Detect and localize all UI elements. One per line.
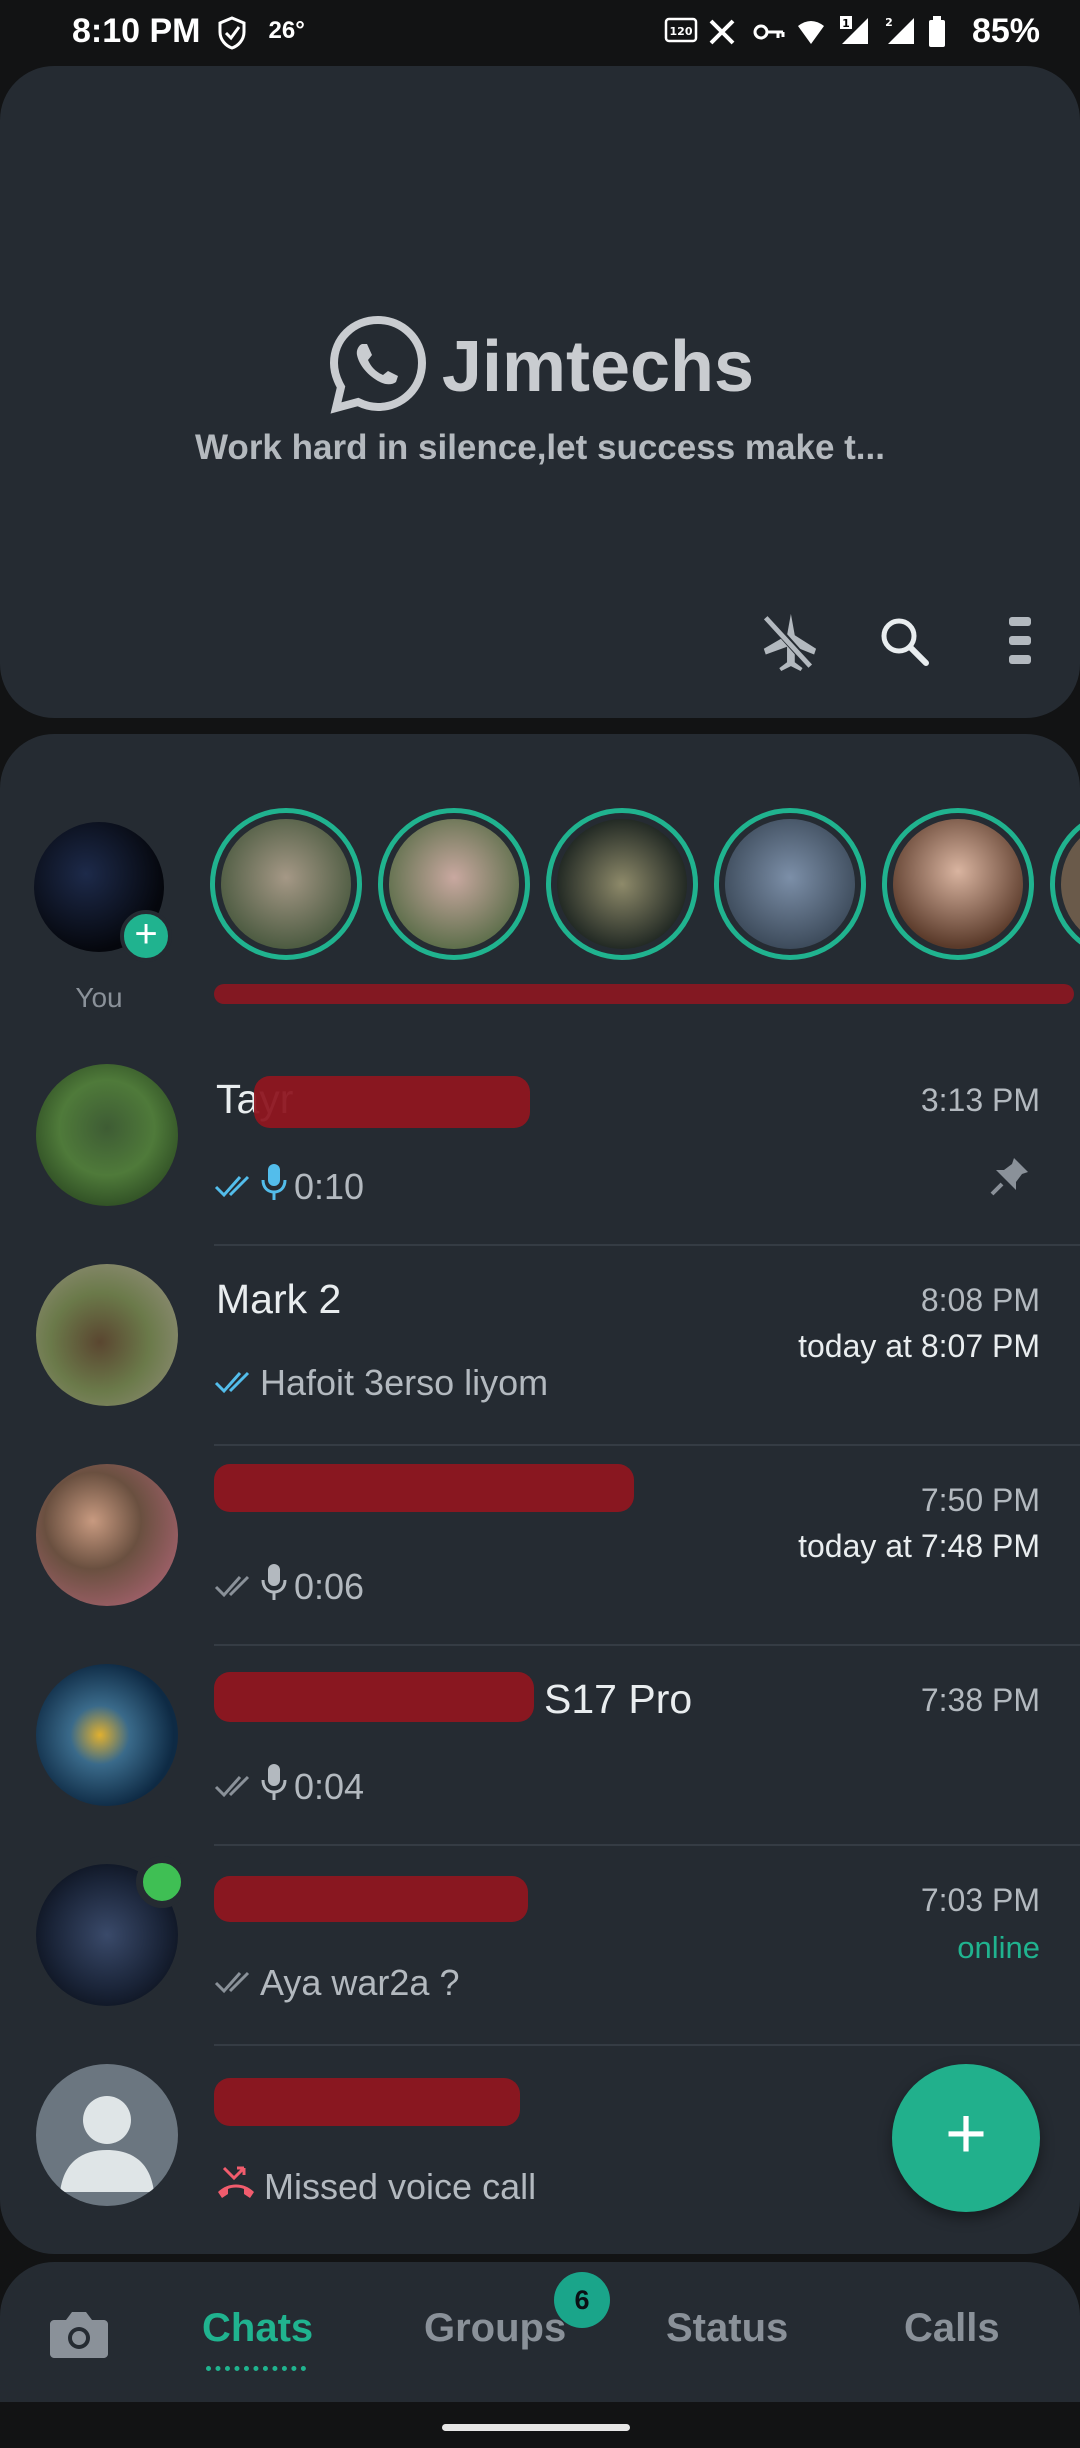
redacted-name bbox=[214, 1672, 534, 1722]
status-story[interactable] bbox=[714, 808, 866, 960]
profile-status-text: Work hard in silence,let success make t.… bbox=[195, 428, 885, 467]
redacted-name bbox=[214, 1876, 528, 1922]
header-actions bbox=[758, 606, 1050, 676]
my-status-label: You bbox=[75, 982, 123, 1013]
chat-time: 7:03 PM bbox=[920, 1882, 1040, 1918]
svg-text:1: 1 bbox=[842, 17, 850, 30]
missed-call-icon bbox=[214, 2162, 258, 2211]
new-chat-button[interactable]: + bbox=[892, 2064, 1040, 2212]
missed-call-text: Missed voice call bbox=[264, 2165, 537, 2207]
my-status-avatar[interactable]: + bbox=[34, 822, 172, 962]
chat-preview: Aya war2a ? bbox=[214, 1962, 459, 2004]
chat-preview: 0:06 bbox=[214, 1562, 364, 1611]
status-story[interactable] bbox=[1050, 808, 1080, 960]
chat-row[interactable]: 7:03 PM online Aya war2a ? bbox=[0, 1846, 1080, 2046]
default-avatar-icon bbox=[36, 2064, 178, 2206]
battery-icon bbox=[928, 16, 958, 47]
tab-chats[interactable]: Chats bbox=[202, 2306, 313, 2351]
profile-header-card: Jimtechs Work hard in silence,let succes… bbox=[0, 66, 1080, 718]
status-story[interactable] bbox=[546, 808, 698, 960]
add-status-icon[interactable]: + bbox=[120, 910, 172, 962]
redacted-story-names bbox=[214, 984, 1074, 1004]
chat-name: Mark 2 bbox=[216, 1276, 342, 1322]
chat-avatar bbox=[36, 1264, 178, 1406]
status-story[interactable] bbox=[210, 808, 362, 960]
online-status: online bbox=[957, 1930, 1040, 1965]
redacted-name bbox=[254, 1076, 530, 1128]
online-indicator bbox=[136, 1856, 188, 1908]
chat-row[interactable]: Tayr 3:13 PM 0:10 bbox=[0, 1046, 1080, 1246]
message-text: Hafoit 3erso liyom bbox=[260, 1362, 549, 1403]
tab-groups[interactable]: Groups bbox=[424, 2306, 566, 2351]
chat-row[interactable]: 7:50 PM today at 7:48 PM 0:06 bbox=[0, 1446, 1080, 1646]
microphone-icon bbox=[260, 1162, 288, 1211]
voice-duration: 0:04 bbox=[294, 1765, 365, 1807]
search-icon[interactable] bbox=[874, 606, 934, 676]
x-icon bbox=[708, 16, 738, 46]
shield-check-icon bbox=[217, 16, 247, 50]
groups-unread-badge: 6 bbox=[554, 2272, 610, 2328]
status-stories-strip: + You bbox=[0, 772, 1080, 1013]
chat-name: S17 Pro bbox=[544, 1676, 693, 1722]
home-indicator[interactable] bbox=[442, 2424, 630, 2431]
svg-text:120: 120 bbox=[669, 25, 692, 38]
redacted-name bbox=[214, 2078, 520, 2126]
chat-preview: Hafoit 3erso liyom bbox=[214, 1362, 548, 1404]
microphone-icon bbox=[260, 1562, 288, 1611]
tab-calls[interactable]: Calls bbox=[904, 2306, 1000, 2351]
more-menu-icon[interactable] bbox=[990, 606, 1050, 676]
chat-time: 3:13 PM bbox=[920, 1082, 1040, 1118]
brand-title: Jimtechs bbox=[441, 326, 755, 407]
signal-1-icon: 1 bbox=[839, 16, 870, 46]
microphone-icon bbox=[260, 1762, 288, 1811]
chat-row[interactable]: S17 Pro 7:38 PM 0:04 bbox=[0, 1646, 1080, 1846]
redacted-name bbox=[214, 1464, 634, 1512]
chat-time: 8:08 PM bbox=[920, 1282, 1040, 1318]
status-time: 8:10 PM bbox=[72, 11, 201, 50]
airplane-mode-icon[interactable] bbox=[758, 606, 818, 676]
chat-avatar bbox=[36, 1464, 178, 1606]
delivered-ticks-icon bbox=[214, 1962, 254, 2004]
pin-icon bbox=[988, 1154, 1032, 1198]
chat-preview: 0:10 bbox=[214, 1162, 364, 1211]
message-text: Aya war2a ? bbox=[260, 1962, 460, 2003]
chat-avatar bbox=[36, 1664, 178, 1806]
delivered-ticks-icon bbox=[214, 1766, 254, 1808]
delivered-ticks-icon bbox=[214, 1566, 254, 1608]
brand: Jimtechs bbox=[0, 312, 1080, 421]
status-story[interactable] bbox=[378, 808, 530, 960]
active-tab-indicator bbox=[206, 2366, 306, 2371]
status-bar: 8:10 PM 26° 120 1 2 85% bbox=[0, 0, 1080, 62]
status-temperature: 26° bbox=[268, 17, 305, 44]
voice-duration: 0:10 bbox=[294, 1165, 365, 1207]
read-ticks-icon bbox=[214, 1166, 254, 1208]
svg-text:2: 2 bbox=[885, 16, 893, 29]
chats-panel: + You Tayr 3:13 PM 0:10 Mark 2 8:08 PM t… bbox=[0, 734, 1080, 2254]
read-ticks-icon bbox=[214, 1362, 254, 1404]
chat-avatar bbox=[36, 1064, 178, 1206]
chat-subtime: today at 7:48 PM bbox=[798, 1528, 1040, 1564]
chat-time: 7:50 PM bbox=[920, 1482, 1040, 1518]
chat-subtime: today at 8:07 PM bbox=[798, 1328, 1040, 1364]
chat-preview: Missed voice call bbox=[214, 2162, 536, 2211]
chat-row[interactable]: Mark 2 8:08 PM today at 8:07 PM Hafoit 3… bbox=[0, 1246, 1080, 1446]
vpn-key-icon bbox=[752, 16, 785, 46]
whatsapp-logo-icon bbox=[326, 312, 430, 421]
battery-percent: 85% bbox=[971, 11, 1040, 50]
bottom-navigation: Chats Groups Status Calls bbox=[0, 2262, 1080, 2402]
camera-icon[interactable] bbox=[48, 2308, 110, 2365]
signal-2-icon: 2 bbox=[884, 16, 914, 46]
voice-duration: 0:06 bbox=[294, 1565, 365, 1607]
tab-status[interactable]: Status bbox=[666, 2306, 788, 2351]
status-story[interactable] bbox=[882, 808, 1034, 960]
chat-time: 7:38 PM bbox=[920, 1682, 1040, 1718]
chat-preview: 0:04 bbox=[214, 1762, 364, 1811]
120hz-icon: 120 bbox=[664, 16, 698, 46]
wifi-icon bbox=[796, 16, 826, 46]
